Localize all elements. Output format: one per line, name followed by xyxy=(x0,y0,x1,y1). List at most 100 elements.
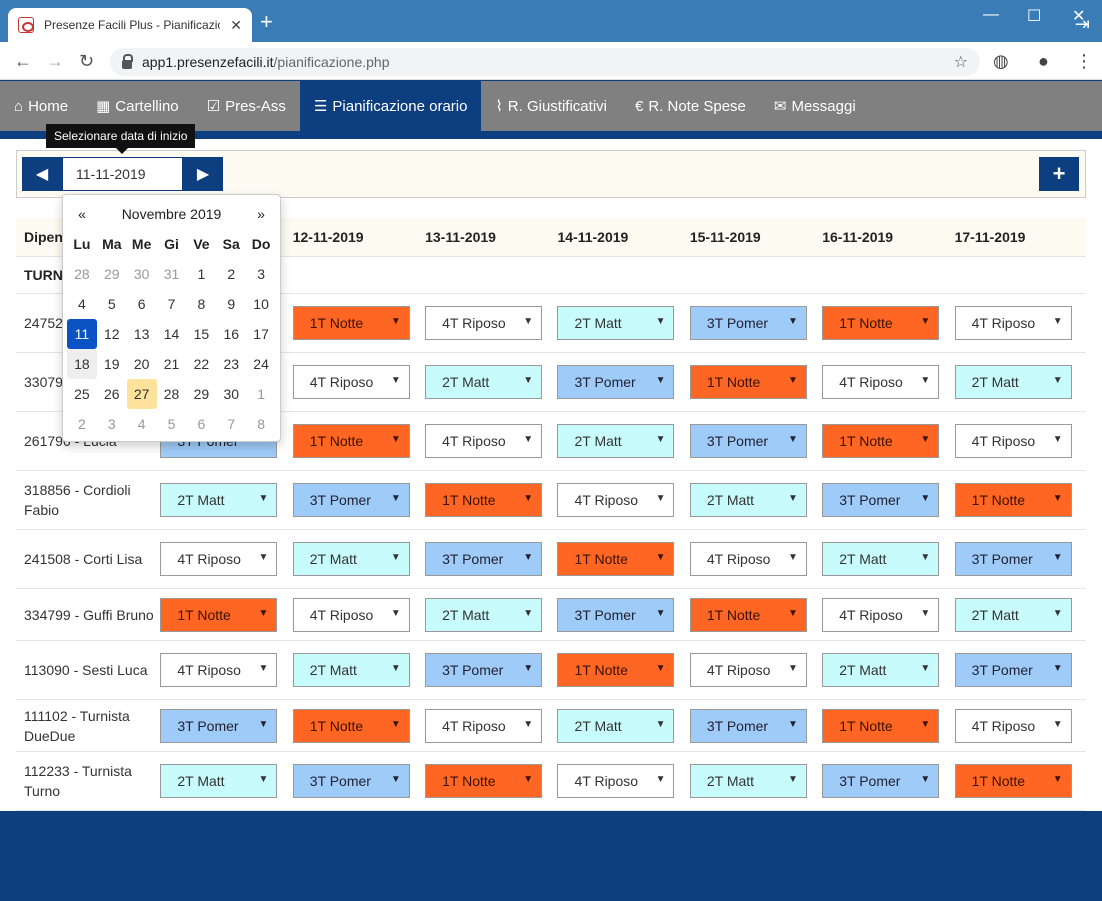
datepicker-day[interactable]: 30 xyxy=(216,379,246,409)
shift-select[interactable]: 1T Notte ▼ xyxy=(822,306,940,340)
shift-select[interactable]: 3T Pomer ▼ xyxy=(954,653,1072,687)
datepicker-next-month[interactable]: » xyxy=(246,206,276,222)
datepicker-day[interactable]: 22 xyxy=(186,349,216,379)
shift-select[interactable]: 4T Riposo ▼ xyxy=(954,306,1072,340)
shift-select[interactable]: 1T Notte ▼ xyxy=(557,653,675,687)
datepicker-day[interactable]: 12 xyxy=(97,319,127,349)
tab-close-icon[interactable]: ✕ xyxy=(230,17,242,34)
datepicker-day[interactable]: 27 xyxy=(126,379,157,409)
shift-select[interactable]: 4T Riposo ▼ xyxy=(425,424,543,458)
datepicker-day[interactable]: 6 xyxy=(186,409,216,439)
datepicker-day[interactable]: 16 xyxy=(216,319,246,349)
datepicker-day[interactable]: 29 xyxy=(186,379,216,409)
shift-select[interactable]: 1T Notte ▼ xyxy=(160,597,278,632)
new-tab-icon[interactable]: + xyxy=(260,11,273,33)
reload-icon[interactable]: ↻ xyxy=(79,51,94,72)
datepicker-day[interactable]: 8 xyxy=(246,409,276,439)
shift-select[interactable]: 2T Matt ▼ xyxy=(425,597,543,632)
shift-select[interactable]: 4T Riposo ▼ xyxy=(425,306,543,340)
shift-select[interactable]: 4T Riposo ▼ xyxy=(160,542,278,576)
datepicker-day[interactable]: 2 xyxy=(216,259,246,289)
datepicker-day[interactable]: 3 xyxy=(246,259,276,289)
shift-select[interactable]: 2T Matt ▼ xyxy=(160,764,278,798)
shift-select[interactable]: 1T Notte ▼ xyxy=(425,483,543,517)
datepicker-day[interactable]: 5 xyxy=(97,289,127,319)
datepicker-day[interactable]: 28 xyxy=(67,259,97,289)
datepicker-day[interactable]: 14 xyxy=(157,319,187,349)
shift-select[interactable]: 2T Matt ▼ xyxy=(160,483,278,517)
minimize-icon[interactable]: — xyxy=(983,6,999,24)
datepicker-day[interactable]: 9 xyxy=(216,289,246,319)
shift-select[interactable]: 2T Matt ▼ xyxy=(425,365,543,399)
url-field[interactable]: app1.presenzefacili.it /pianificazione.p… xyxy=(110,48,980,76)
shift-select[interactable]: 1T Notte ▼ xyxy=(557,542,675,576)
shift-select[interactable]: 3T Pomer ▼ xyxy=(557,365,675,399)
shift-select[interactable]: 4T Riposo ▼ xyxy=(822,365,940,399)
datepicker-day[interactable]: 2 xyxy=(67,409,97,439)
shift-select[interactable]: 1T Notte ▼ xyxy=(689,597,807,632)
shift-select[interactable]: 2T Matt ▼ xyxy=(954,365,1072,399)
next-week-button[interactable]: ▶ xyxy=(183,157,223,191)
shift-select[interactable]: 1T Notte ▼ xyxy=(954,764,1072,798)
menu-dots-icon[interactable]: ⋮ xyxy=(1075,51,1093,72)
shift-select[interactable]: 4T Riposo ▼ xyxy=(954,708,1072,743)
shift-select[interactable]: 4T Riposo ▼ xyxy=(557,764,675,798)
datepicker-day[interactable]: 29 xyxy=(97,259,127,289)
datepicker-day[interactable]: 18 xyxy=(67,349,97,379)
logout-icon[interactable]: ⇥ xyxy=(1075,14,1090,35)
shift-select[interactable]: 4T Riposo ▼ xyxy=(557,483,675,517)
shift-select[interactable]: 3T Pomer ▼ xyxy=(425,653,543,687)
nav-item-messaggi[interactable]: ✉ Messaggi xyxy=(760,81,870,131)
datepicker-month-title[interactable]: Novembre 2019 xyxy=(97,206,246,222)
shift-select[interactable]: 1T Notte ▼ xyxy=(689,365,807,399)
datepicker-day[interactable]: 1 xyxy=(246,379,276,409)
shift-select[interactable]: 3T Pomer ▼ xyxy=(822,764,940,798)
shift-select[interactable]: 4T Riposo ▼ xyxy=(954,424,1072,458)
shift-select[interactable]: 4T Riposo ▼ xyxy=(689,542,807,576)
shift-select[interactable]: 3T Pomer ▼ xyxy=(292,483,410,517)
shift-select[interactable]: 1T Notte ▼ xyxy=(292,424,410,458)
shift-select[interactable]: 3T Pomer ▼ xyxy=(425,542,543,576)
back-icon[interactable]: ← xyxy=(14,51,32,72)
datepicker-day[interactable]: 10 xyxy=(246,289,276,319)
shift-select[interactable]: 4T Riposo ▼ xyxy=(292,597,410,632)
datepicker-day[interactable]: 17 xyxy=(246,319,276,349)
shift-select[interactable]: 2T Matt ▼ xyxy=(822,542,940,576)
shift-select[interactable]: 1T Notte ▼ xyxy=(954,483,1072,517)
nav-item-pres-ass[interactable]: ☑ Pres-Ass xyxy=(193,81,300,131)
shift-select[interactable]: 2T Matt ▼ xyxy=(557,424,675,458)
datepicker-day[interactable]: 25 xyxy=(67,379,97,409)
forward-icon[interactable]: → xyxy=(46,51,64,72)
shift-select[interactable]: 2T Matt ▼ xyxy=(292,653,410,687)
datepicker-day[interactable]: 7 xyxy=(157,289,187,319)
shift-select[interactable]: 4T Riposo ▼ xyxy=(689,653,807,687)
shift-select[interactable]: 1T Notte ▼ xyxy=(822,708,940,743)
shift-select[interactable]: 4T Riposo ▼ xyxy=(822,597,940,632)
shift-select[interactable]: 3T Pomer ▼ xyxy=(292,764,410,798)
nav-item-pianificazione-orario[interactable]: ☰ Pianificazione orario xyxy=(299,81,482,131)
datepicker-day[interactable]: 31 xyxy=(157,259,187,289)
shift-select[interactable]: 3T Pomer ▼ xyxy=(822,483,940,517)
shift-select[interactable]: 2T Matt ▼ xyxy=(557,708,675,743)
datepicker-day[interactable]: 8 xyxy=(186,289,216,319)
shift-select[interactable]: 3T Pomer ▼ xyxy=(954,542,1072,576)
profile-icon[interactable]: ● xyxy=(1038,51,1049,72)
datepicker-day[interactable]: 13 xyxy=(127,319,157,349)
datepicker-day[interactable]: 15 xyxy=(186,319,216,349)
datepicker-day[interactable]: 23 xyxy=(216,349,246,379)
shift-select[interactable]: 1T Notte ▼ xyxy=(822,424,940,458)
shift-select[interactable]: 2T Matt ▼ xyxy=(557,306,675,340)
nav-item-r-giustificativi[interactable]: ⌇ R. Giustificativi xyxy=(481,81,621,131)
shift-select[interactable]: 2T Matt ▼ xyxy=(822,653,940,687)
bookmark-star-icon[interactable]: ☆ xyxy=(954,52,968,72)
shift-select[interactable]: 4T Riposo ▼ xyxy=(292,365,410,399)
shift-select[interactable]: 4T Riposo ▼ xyxy=(425,708,543,743)
datepicker-day[interactable]: 30 xyxy=(127,259,157,289)
shift-select[interactable]: 4T Riposo ▼ xyxy=(160,653,278,687)
datepicker-day[interactable]: 3 xyxy=(97,409,127,439)
datepicker-day[interactable]: 21 xyxy=(157,349,187,379)
datepicker-prev-month[interactable]: « xyxy=(67,206,97,222)
shift-select[interactable]: 3T Pomer ▼ xyxy=(557,597,675,632)
start-date-input[interactable]: 11-11-2019 xyxy=(62,157,183,191)
datepicker-day[interactable]: 6 xyxy=(127,289,157,319)
